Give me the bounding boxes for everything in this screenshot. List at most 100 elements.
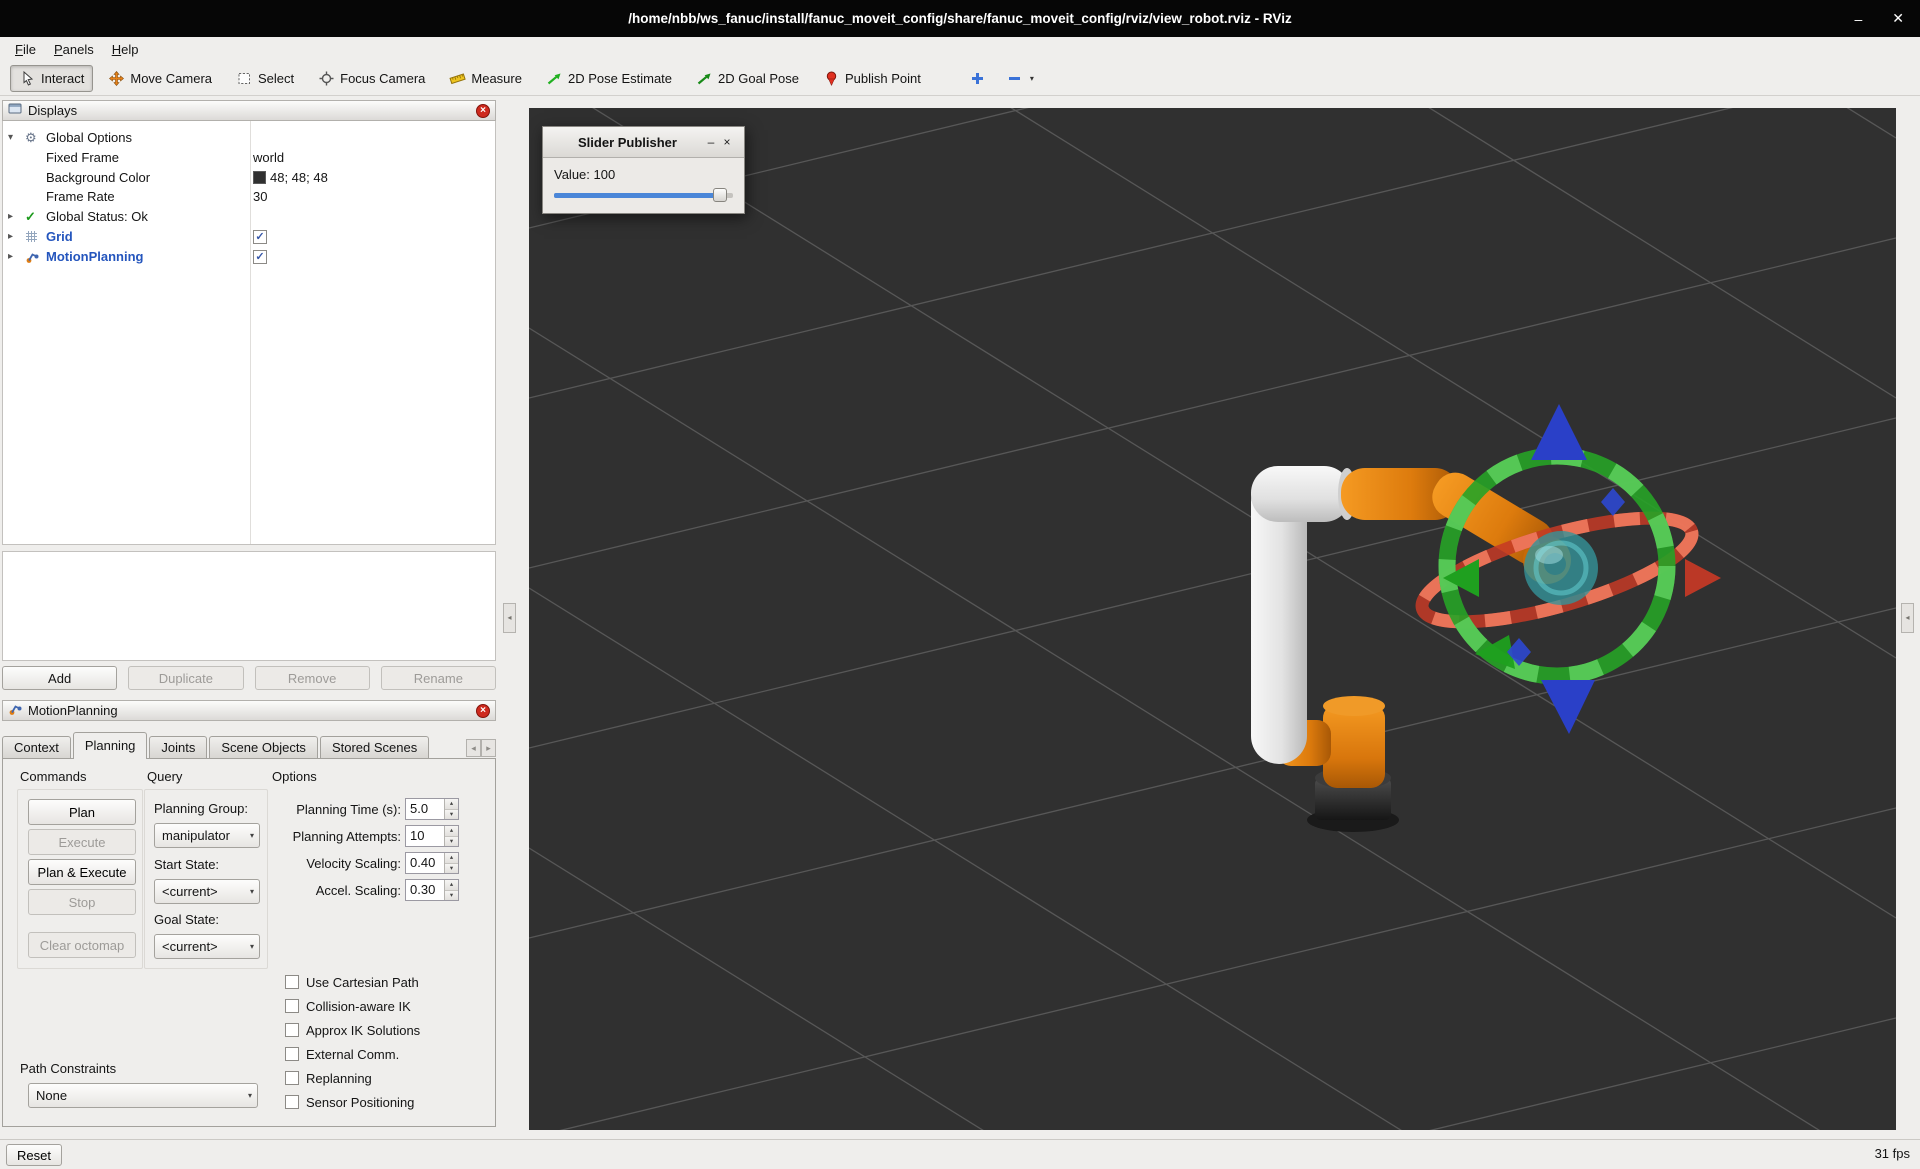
tab-scroll-right-icon[interactable]: ▸ xyxy=(481,739,496,757)
velocity-scaling-spinbox[interactable]: 0.40 ▴▾ xyxy=(405,852,459,874)
goal-state-label: Goal State: xyxy=(154,912,219,927)
slider-publisher-titlebar[interactable]: Slider Publisher – × xyxy=(543,127,744,158)
planning-attempts-label: Planning Attempts: xyxy=(293,829,401,844)
motionplanning-close-button[interactable]: × xyxy=(476,704,490,718)
3d-viewport[interactable]: Slider Publisher – × Value: 100 xyxy=(529,108,1896,1130)
replanning-checkbox[interactable] xyxy=(285,1071,299,1085)
spin-down-icon[interactable]: ▾ xyxy=(445,864,458,874)
tool-select[interactable]: Select xyxy=(227,65,303,92)
marker-red-arrow-right xyxy=(1685,559,1721,597)
displays-tree[interactable]: ▾ ⚙ Global Options Fixed Frame world Bac… xyxy=(2,121,496,545)
slider-minimize-button[interactable]: – xyxy=(703,135,719,149)
minimize-button[interactable]: – xyxy=(1854,11,1862,27)
displays-panel-title: Displays xyxy=(28,103,77,118)
accel-scaling-spinbox[interactable]: 0.30 ▴▾ xyxy=(405,879,459,901)
statusbar: Reset 31 fps xyxy=(0,1139,1920,1169)
grid-enabled-checkbox[interactable]: ✓ xyxy=(253,230,267,244)
execute-button: Execute xyxy=(28,829,136,855)
select-icon xyxy=(236,70,253,87)
displays-icon xyxy=(8,102,22,119)
value-slider[interactable] xyxy=(554,193,733,198)
tool-move-camera[interactable]: Move Camera xyxy=(99,65,221,92)
tab-context[interactable]: Context xyxy=(2,736,71,759)
spin-down-icon[interactable]: ▾ xyxy=(445,891,458,901)
menu-panels[interactable]: Panels xyxy=(45,40,103,59)
titlebar[interactable]: /home/nbb/ws_fanuc/install/fanuc_moveit_… xyxy=(0,0,1920,37)
spin-up-icon[interactable]: ▴ xyxy=(445,880,458,891)
tool-interact[interactable]: Interact xyxy=(10,65,93,92)
close-button[interactable]: ✕ xyxy=(1892,10,1904,27)
tree-row-global-status[interactable]: ▸ ✓ Global Status: Ok xyxy=(3,207,495,227)
planning-attempts-spinbox[interactable]: 10 ▴▾ xyxy=(405,825,459,847)
reset-button[interactable]: Reset xyxy=(6,1144,62,1166)
property-description-area xyxy=(2,551,496,661)
tab-stored-scenes[interactable]: Stored Scenes xyxy=(320,736,429,759)
expander-icon[interactable]: ▾ xyxy=(8,128,20,148)
robot-elbow xyxy=(1251,466,1351,522)
plan-button[interactable]: Plan xyxy=(28,799,136,825)
sensor-positioning-checkbox[interactable] xyxy=(285,1095,299,1109)
fixed-frame-value[interactable]: world xyxy=(253,148,284,168)
remove-tool-button[interactable]: ▾ xyxy=(999,65,1041,92)
expander-icon[interactable]: ▸ xyxy=(8,247,20,267)
tree-row-grid[interactable]: ▸ Grid ✓ xyxy=(3,227,495,247)
approx-ik-solutions-checkbox[interactable] xyxy=(285,1023,299,1037)
tool-2d-pose-estimate[interactable]: 2D Pose Estimate xyxy=(537,65,681,92)
spin-up-icon[interactable]: ▴ xyxy=(445,853,458,864)
color-swatch xyxy=(253,171,266,184)
right-splitter-handle[interactable]: ◂ xyxy=(1901,603,1914,633)
spin-up-icon[interactable]: ▴ xyxy=(445,799,458,810)
menu-file[interactable]: File xyxy=(6,40,45,59)
tab-joints[interactable]: Joints xyxy=(149,736,207,759)
planning-group-dropdown[interactable]: manipulator ▾ xyxy=(154,823,260,848)
remove-tool-icon xyxy=(1006,70,1023,87)
tool-2d-goal-pose[interactable]: 2D Goal Pose xyxy=(687,65,808,92)
use-cartesian-path-checkbox[interactable] xyxy=(285,975,299,989)
left-splitter-handle[interactable]: ◂ xyxy=(503,603,516,633)
tool-measure[interactable]: Measure xyxy=(440,65,531,92)
plan-and-execute-button[interactable]: Plan & Execute xyxy=(28,859,136,885)
background-color-value[interactable]: 48; 48; 48 xyxy=(253,168,328,188)
tree-row-global-options[interactable]: ▾ ⚙ Global Options xyxy=(3,128,495,148)
dropdown-arrow-icon: ▾ xyxy=(250,831,254,840)
motionplanning-enabled-checkbox[interactable]: ✓ xyxy=(253,250,267,264)
path-constraints-dropdown[interactable]: None ▾ xyxy=(28,1083,258,1108)
remove-display-button: Remove xyxy=(255,666,370,690)
displays-close-button[interactable]: × xyxy=(476,104,490,118)
expander-icon[interactable]: ▸ xyxy=(8,207,20,227)
expander-icon[interactable]: ▸ xyxy=(8,227,20,247)
add-display-button[interactable]: Add xyxy=(2,666,117,690)
status-ok-icon: ✓ xyxy=(25,207,41,227)
menu-help[interactable]: Help xyxy=(103,40,148,59)
tree-row-fixed-frame[interactable]: Fixed Frame world xyxy=(3,148,495,168)
query-section-label: Query xyxy=(147,769,182,784)
gear-icon: ⚙ xyxy=(25,128,41,148)
slider-close-button[interactable]: × xyxy=(719,135,735,149)
planning-time-spinbox[interactable]: 5.0 ▴▾ xyxy=(405,798,459,820)
slider-handle[interactable] xyxy=(713,188,727,202)
spin-down-icon[interactable]: ▾ xyxy=(445,810,458,820)
motionplanning-panel-header[interactable]: MotionPlanning × xyxy=(2,700,496,721)
displays-panel-header[interactable]: Displays × xyxy=(2,100,496,121)
spin-down-icon[interactable]: ▾ xyxy=(445,837,458,847)
spin-up-icon[interactable]: ▴ xyxy=(445,826,458,837)
tool-publish-point[interactable]: Publish Point xyxy=(814,65,930,92)
tab-scroll-left-icon[interactable]: ◂ xyxy=(466,739,481,757)
goal-state-dropdown[interactable]: <current> ▾ xyxy=(154,934,260,959)
tool-focus-camera[interactable]: Focus Camera xyxy=(309,65,434,92)
menubar: File Panels Help xyxy=(0,37,1920,61)
start-state-dropdown[interactable]: <current> ▾ xyxy=(154,879,260,904)
grid-display-icon xyxy=(25,227,41,247)
add-tool-button[interactable] xyxy=(962,65,993,92)
tab-scene-objects[interactable]: Scene Objects xyxy=(209,736,318,759)
tree-row-frame-rate[interactable]: Frame Rate 30 xyxy=(3,187,495,207)
tree-row-motionplanning[interactable]: ▸ MotionPlanning ✓ xyxy=(3,247,495,267)
interactive-marker xyxy=(1413,404,1721,734)
tree-row-background-color[interactable]: Background Color 48; 48; 48 xyxy=(3,168,495,188)
tab-planning[interactable]: Planning xyxy=(73,732,148,759)
frame-rate-value[interactable]: 30 xyxy=(253,187,267,207)
slider-publisher-window[interactable]: Slider Publisher – × Value: 100 xyxy=(542,126,745,214)
external-comm-checkbox[interactable] xyxy=(285,1047,299,1061)
collision-aware-ik-checkbox[interactable] xyxy=(285,999,299,1013)
accel-scaling-label: Accel. Scaling: xyxy=(316,883,401,898)
